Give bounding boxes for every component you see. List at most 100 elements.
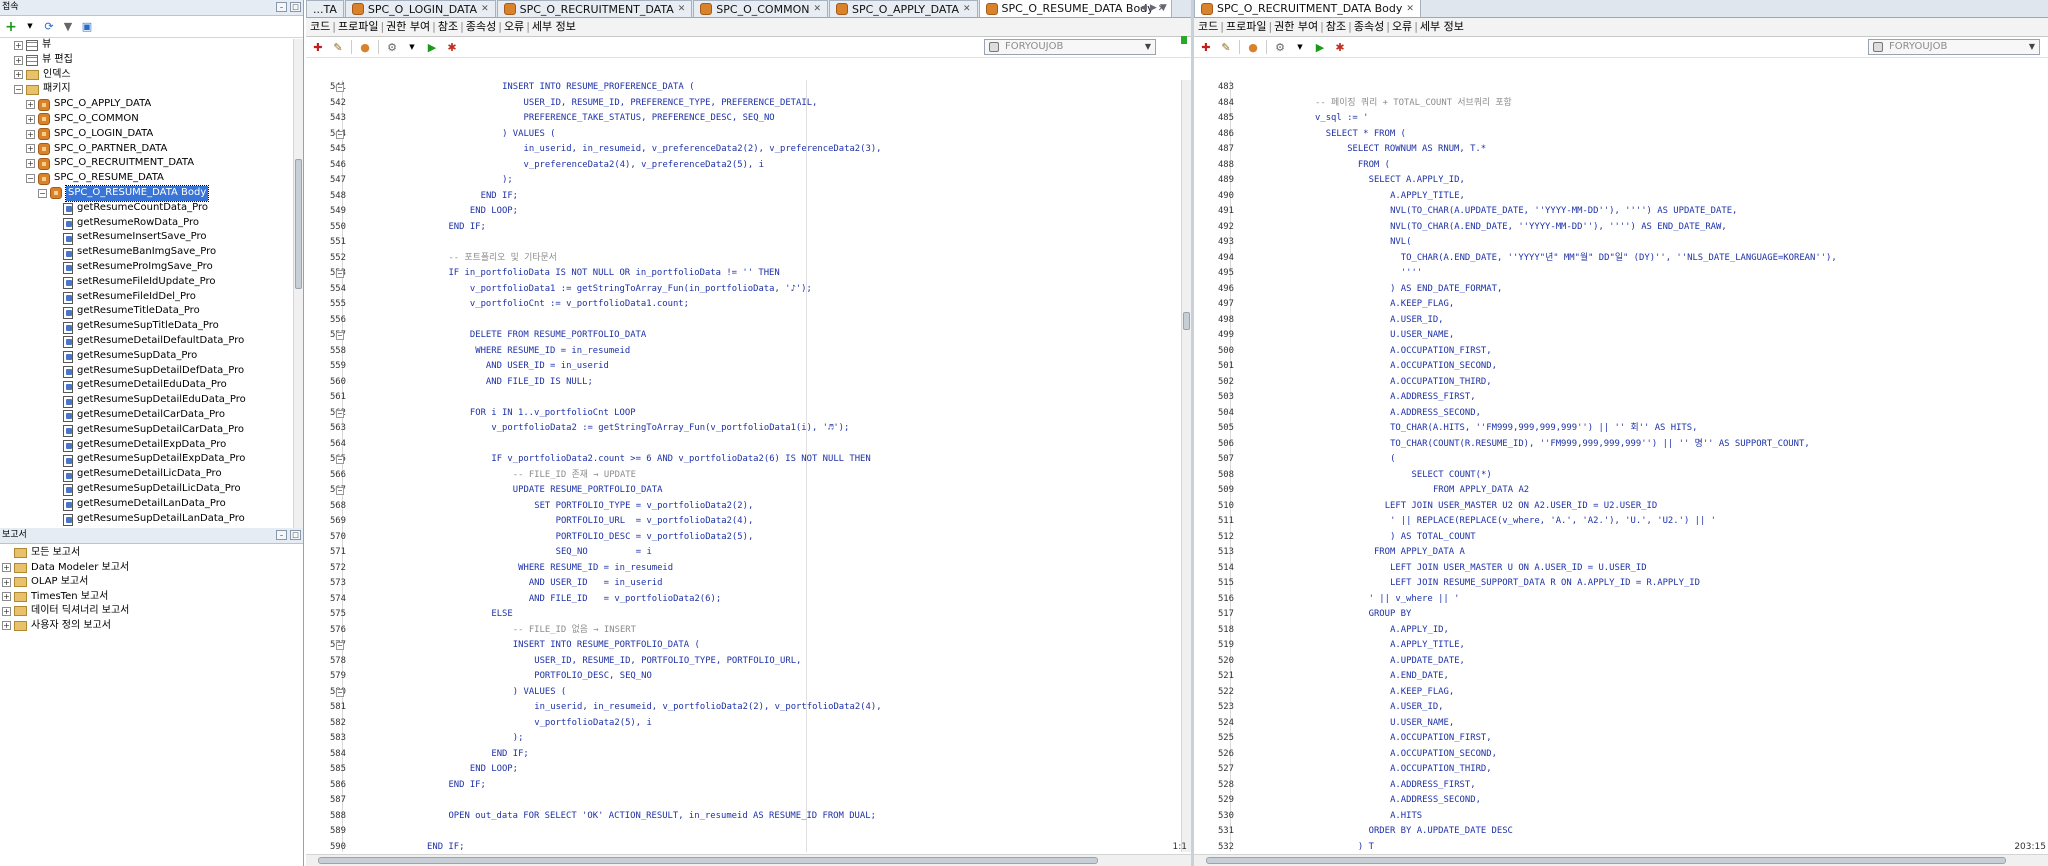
editor-tab[interactable]: SPC_O_APPLY_DATA ✕	[829, 0, 978, 17]
close-icon[interactable]: ✕	[813, 4, 821, 14]
tree-node[interactable]: − SPC_O_RESUME_DATA Body	[0, 184, 303, 202]
expand-icon[interactable]: +	[2, 563, 11, 573]
tree-node[interactable]: getResumeDetailEduData_Pro	[0, 378, 303, 393]
report-item[interactable]: + Data Modeler 보고서	[0, 561, 303, 576]
subtab-4[interactable]: 종속성	[1353, 20, 1385, 33]
subtab-0[interactable]: 코드	[1197, 20, 1219, 33]
tab-scroll-right-icon[interactable]: ▶	[1150, 3, 1157, 13]
maximize-icon[interactable]: □	[290, 2, 301, 12]
close-icon[interactable]: ✕	[481, 4, 489, 14]
debug-icon[interactable]: ✱	[1333, 40, 1347, 54]
subtab-1[interactable]: 프로파일	[1225, 20, 1267, 33]
schema-browser-icon[interactable]: ▣	[80, 20, 94, 34]
add-connection-icon[interactable]: +	[4, 20, 18, 34]
refresh-icon[interactable]: ⟳	[42, 20, 56, 34]
tree-node[interactable]: + SPC_O_COMMON	[0, 112, 303, 127]
collapse-icon[interactable]: −	[26, 174, 35, 184]
tree-node[interactable]: getResumeSupDetailCarData_Pro	[0, 423, 303, 438]
tab-list-icon[interactable]: ▼	[1160, 3, 1167, 13]
fold-toggle-icon[interactable]: −	[336, 270, 344, 278]
minimize-icon[interactable]: –	[276, 2, 287, 12]
right-hscroll-thumb[interactable]	[1206, 857, 2006, 864]
subtab-3[interactable]: 참조	[1325, 20, 1347, 33]
fold-toggle-icon[interactable]: −	[336, 642, 344, 650]
tree-node[interactable]: getResumeDetailLanData_Pro	[0, 497, 303, 512]
tree-node[interactable]: setResumeBanImgSave_Pro	[0, 245, 303, 260]
tree-node[interactable]: getResumeSupDetailExpData_Pro	[0, 452, 303, 467]
run-icon[interactable]: ▶	[425, 40, 439, 54]
fold-toggle-icon[interactable]: −	[336, 130, 344, 139]
debug-icon[interactable]: ✱	[445, 40, 459, 54]
fold-toggle-icon[interactable]: −	[336, 688, 344, 697]
close-icon[interactable]: ✕	[678, 4, 686, 14]
tree-node[interactable]: getResumeDetailDefaultData_Pro	[0, 334, 303, 349]
settings-icon[interactable]: ⚙	[1273, 40, 1287, 54]
subtab-1[interactable]: 프로파일	[337, 20, 379, 33]
pin-icon[interactable]: ✚	[311, 40, 325, 54]
tree-node[interactable]: getResumeDetailExpData_Pro	[0, 438, 303, 453]
expand-icon[interactable]: +	[14, 55, 23, 65]
tree-node[interactable]: − 패키지	[0, 82, 303, 97]
expand-icon[interactable]: +	[2, 606, 11, 616]
collapse-icon[interactable]: −	[38, 188, 47, 198]
fold-toggle-icon[interactable]: −	[336, 487, 344, 495]
tree-node[interactable]: + 뷰	[0, 38, 303, 53]
right-editor-hscroll[interactable]	[1194, 854, 2048, 866]
subtab-6[interactable]: 세부 정보	[531, 20, 577, 33]
tree-node[interactable]: getResumeDetailLicData_Pro	[0, 467, 303, 482]
dropdown-arrow-icon[interactable]: ▼	[23, 20, 37, 34]
tree-node[interactable]: getResumeRowData_Pro	[0, 216, 303, 231]
fold-toggle-icon[interactable]: −	[336, 456, 344, 464]
expand-icon[interactable]: +	[26, 159, 35, 169]
report-item[interactable]: + OLAP 보고서	[0, 575, 303, 590]
subtab-5[interactable]: 오류	[503, 20, 525, 33]
expand-icon[interactable]: +	[2, 592, 11, 602]
left-code-area[interactable]: 541−INSERT INTO RESUME_PROFERENCE_DATA (…	[306, 80, 1179, 852]
editor-tab[interactable]: SPC_O_RECRUITMENT_DATA Body ✕	[1194, 0, 1421, 17]
tab-scroll-left-icon[interactable]: ◀	[1140, 3, 1147, 13]
subtab-3[interactable]: 참조	[437, 20, 459, 33]
fold-toggle-icon[interactable]: −	[336, 332, 344, 340]
tree-node[interactable]: − SPC_O_RESUME_DATA	[0, 171, 303, 186]
pin-icon[interactable]: ✚	[1199, 40, 1213, 54]
minimize-icon[interactable]: –	[276, 530, 287, 540]
edit-icon[interactable]: ✎	[331, 40, 345, 54]
expand-icon[interactable]: +	[26, 100, 35, 110]
tree-node[interactable]: + SPC_O_PARTNER_DATA	[0, 142, 303, 157]
report-item[interactable]: + TimesTen 보고서	[0, 590, 303, 605]
report-item[interactable]: + 데이터 딕셔너리 보고서	[0, 604, 303, 619]
subtab-2[interactable]: 권한 부여	[385, 20, 431, 33]
left-editor-hscroll[interactable]	[306, 854, 1191, 866]
maximize-icon[interactable]: □	[290, 530, 301, 540]
tree-node[interactable]: getResumeSupDetailLicData_Pro	[0, 482, 303, 497]
tree-node[interactable]: + SPC_O_RECRUITMENT_DATA	[0, 156, 303, 171]
tree-node[interactable]: getResumeDetailCarData_Pro	[0, 408, 303, 423]
subtab-6[interactable]: 세부 정보	[1419, 20, 1465, 33]
editor-tab[interactable]: SPC_O_COMMON ✕	[693, 0, 829, 17]
tree-node[interactable]: getResumeSupDetailEduData_Pro	[0, 393, 303, 408]
close-icon[interactable]: ✕	[963, 4, 971, 14]
tree-node[interactable]: setResumeFileIdDel_Pro	[0, 290, 303, 305]
tree-node[interactable]: getResumeCountData_Pro	[0, 201, 303, 216]
tree-node[interactable]: + SPC_O_LOGIN_DATA	[0, 127, 303, 142]
expand-icon[interactable]: +	[26, 129, 35, 139]
expand-icon[interactable]: +	[2, 621, 11, 631]
right-code-area[interactable]: 483 484 -- 페이징 쿼리 + TOTAL_COUNT 서브쿼리 포함 485…	[1194, 80, 2036, 852]
collapse-icon[interactable]: −	[14, 85, 23, 95]
settings-icon[interactable]: ⚙	[385, 40, 399, 54]
fold-toggle-icon[interactable]: −	[336, 409, 344, 418]
tree-node[interactable]: + 뷰 편집	[0, 53, 303, 68]
dropdown-arrow-icon[interactable]: ▼	[405, 40, 419, 54]
subtab-0[interactable]: 코드	[309, 20, 331, 33]
tree-node[interactable]: + SPC_O_APPLY_DATA	[0, 97, 303, 112]
editor-tab[interactable]: SPC_O_RECRUITMENT_DATA ✕	[496, 0, 693, 17]
tree-node[interactable]: getResumeSupTitleData_Pro	[0, 319, 303, 334]
compile-icon[interactable]: ●	[358, 40, 372, 54]
connections-scroll-thumb[interactable]	[295, 159, 302, 289]
tree-node[interactable]: setResumeProImgSave_Pro	[0, 260, 303, 275]
dropdown-arrow-icon[interactable]: ▼	[1293, 40, 1307, 54]
expand-icon[interactable]: +	[14, 70, 23, 80]
left-editor-scroll-thumb[interactable]	[1183, 312, 1190, 330]
expand-icon[interactable]: +	[26, 144, 35, 154]
tree-node[interactable]: getResumeSupDetailDefData_Pro	[0, 364, 303, 379]
